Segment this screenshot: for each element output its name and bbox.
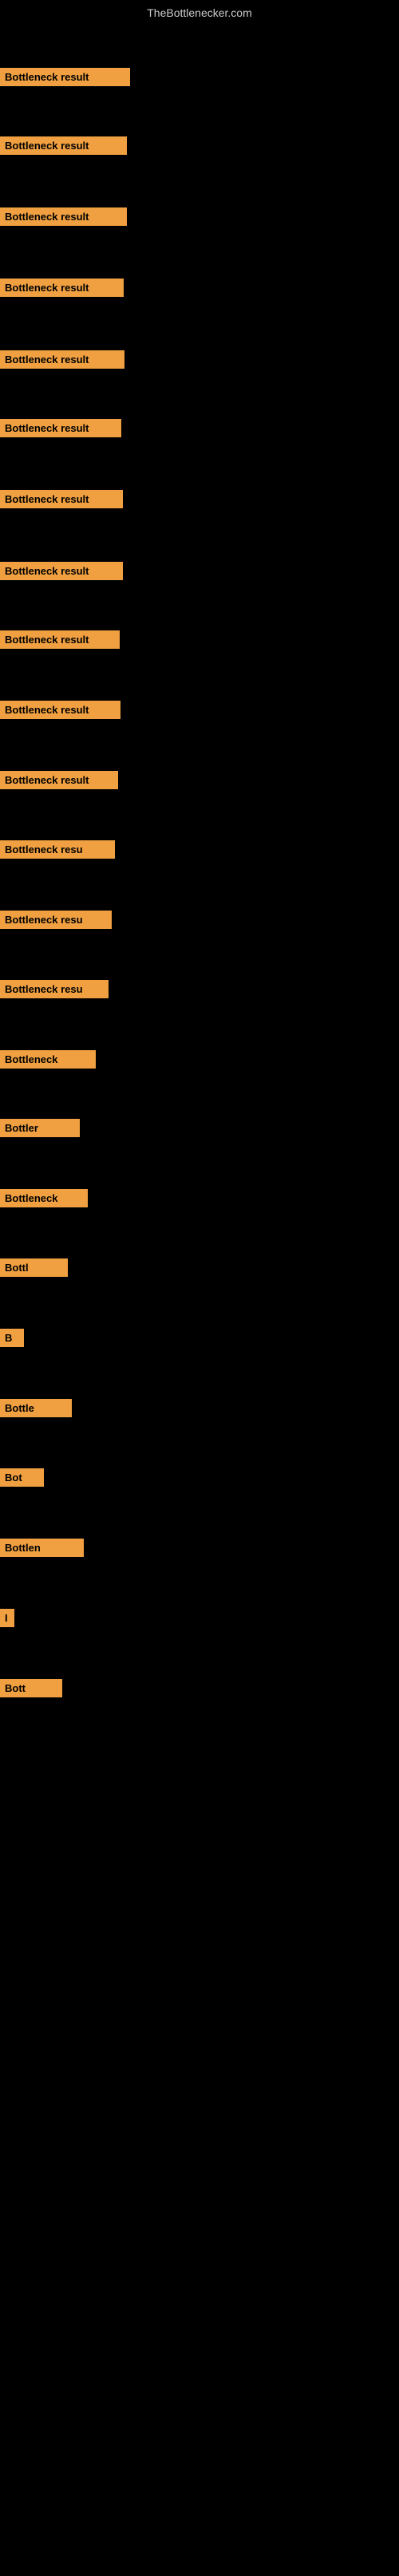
- bottleneck-result-bar: Bottleneck resu: [0, 911, 112, 929]
- bottleneck-result-bar: B: [0, 1329, 24, 1347]
- bottleneck-result-bar: Bottleneck result: [0, 562, 123, 580]
- bottleneck-result-bar: Bottler: [0, 1119, 80, 1137]
- bottleneck-result-bar: Bottleneck result: [0, 279, 124, 297]
- bottleneck-result-bar: Bottlen: [0, 1539, 84, 1557]
- bottleneck-result-bar: Bottleneck result: [0, 490, 123, 508]
- bottleneck-result-bar: Bottle: [0, 1399, 72, 1417]
- bottleneck-result-bar: Bottleneck result: [0, 136, 127, 155]
- bottleneck-result-bar: Bottleneck result: [0, 771, 118, 789]
- bottleneck-result-bar: Bottleneck result: [0, 207, 127, 226]
- bottleneck-result-bar: Bottleneck: [0, 1189, 88, 1207]
- bottleneck-result-bar: Bottleneck: [0, 1050, 96, 1069]
- bottleneck-result-bar: Bottleneck result: [0, 419, 121, 437]
- bottleneck-result-bar: Bottleneck resu: [0, 840, 115, 859]
- bottleneck-result-bar: Bott: [0, 1679, 62, 1697]
- bottleneck-result-bar: Bot: [0, 1468, 44, 1487]
- bottleneck-result-bar: I: [0, 1609, 14, 1627]
- bottleneck-result-bar: Bottleneck result: [0, 701, 120, 719]
- bottleneck-result-bar: Bottl: [0, 1258, 68, 1277]
- bottleneck-result-bar: Bottleneck result: [0, 630, 120, 649]
- bottleneck-result-bar: Bottleneck resu: [0, 980, 109, 998]
- bottleneck-result-bar: Bottleneck result: [0, 68, 130, 86]
- site-title: TheBottlenecker.com: [0, 0, 399, 22]
- bottleneck-result-bar: Bottleneck result: [0, 350, 124, 369]
